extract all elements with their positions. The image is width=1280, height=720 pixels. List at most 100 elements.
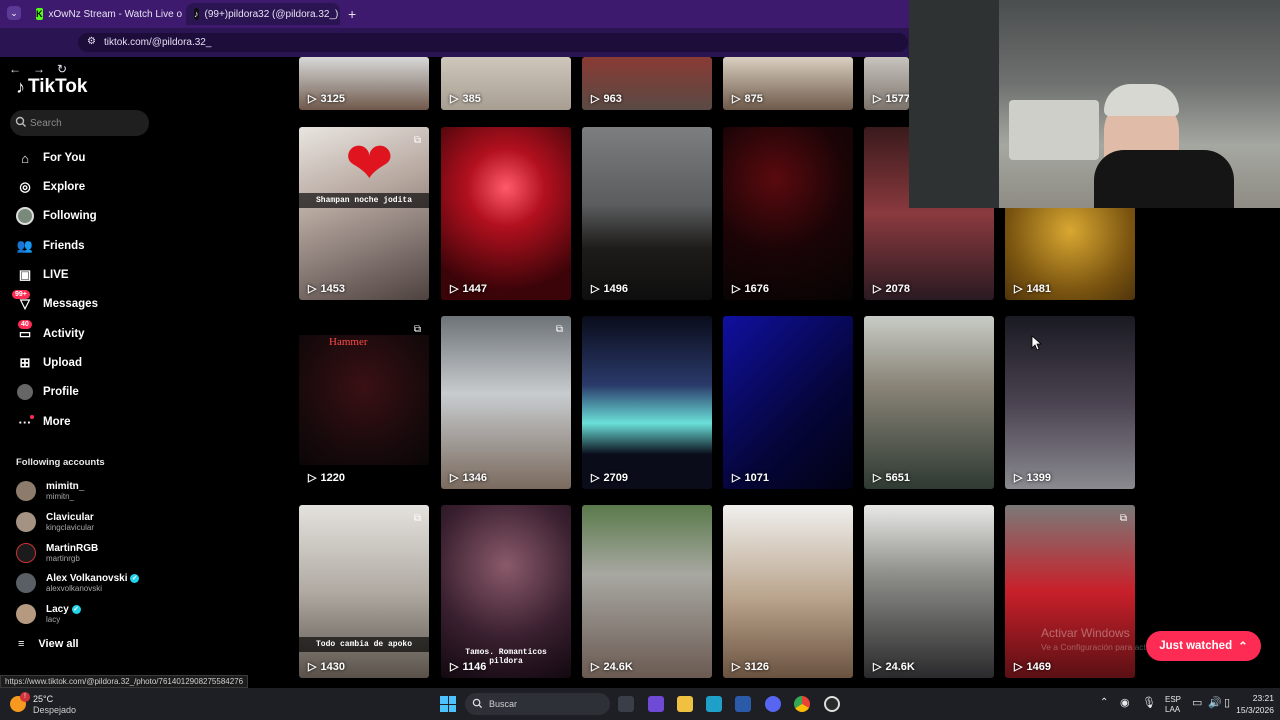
tray-chevron-icon[interactable]: ⌃ <box>1100 697 1108 708</box>
play-icon: ▷ <box>1014 661 1023 673</box>
nav-upload[interactable]: ⊞ Upload <box>16 353 82 373</box>
play-icon: ▷ <box>591 93 600 105</box>
url-text: tiktok.com/@pildora.32_ <box>104 37 212 48</box>
view-all-link[interactable]: ≡ View all <box>18 638 79 650</box>
windows-start-icon[interactable] <box>440 696 456 712</box>
video-tile[interactable]: ▷ 3126 <box>723 505 853 678</box>
video-tile[interactable]: ▷ 1399 <box>1005 316 1135 489</box>
view-count: ▷ 875 <box>732 92 763 106</box>
weather-desc: Despejado <box>33 705 77 715</box>
account-item[interactable]: Lacy ✓ lacy <box>16 601 81 627</box>
view-count: ▷ 2078 <box>873 282 910 296</box>
taskbar-search[interactable]: Buscar <box>465 693 610 715</box>
view-count-value: 1676 <box>744 282 769 295</box>
video-tile[interactable]: ▷ 963 <box>582 57 712 110</box>
view-count: ▷ 1071 <box>732 471 769 485</box>
verified-icon: ✓ <box>71 604 81 614</box>
account-handle: alexvolkanovski <box>46 584 103 593</box>
video-tile[interactable]: ▷ 1496 <box>582 127 712 300</box>
search-input[interactable]: Search <box>10 110 149 136</box>
clock-time[interactable]: 23:21 <box>1240 693 1274 703</box>
nav-for-you[interactable]: ⌂ For You <box>16 148 85 168</box>
weather-alert-icon: ! <box>20 692 30 702</box>
clock-date: 15/3/2026 <box>1236 705 1274 715</box>
task-view-icon[interactable] <box>618 696 634 712</box>
nav-label: Upload <box>43 357 82 369</box>
tab-list-icon[interactable]: ⌄ <box>7 6 21 20</box>
video-tile[interactable]: ▷ 1676 <box>723 127 853 300</box>
neon-sign: Hammer <box>329 336 368 348</box>
account-name: Lacy <box>46 604 69 615</box>
tab-kick-stream[interactable]: K xOwNz Stream - Watch Live on ✕ <box>28 3 182 25</box>
video-tile[interactable]: ▷ 24.6K <box>582 505 712 678</box>
account-item[interactable]: MartinRGB martinrgb <box>16 540 98 566</box>
video-tile[interactable]: ⧉ ▷ 1469 <box>1005 505 1135 678</box>
view-count-value: 2709 <box>603 471 628 484</box>
video-tile[interactable]: ▷ 3125 <box>299 57 429 110</box>
nav-more[interactable]: ··· More <box>16 412 70 432</box>
video-tile[interactable]: ▷ 2709 <box>582 316 712 489</box>
video-tile[interactable]: ▷ 1447 <box>441 127 571 300</box>
account-item[interactable]: Clavicular kingclavicular <box>16 509 94 535</box>
video-tile[interactable]: Hammer ⧉ ▷ 1220 <box>299 316 429 489</box>
play-icon: ▷ <box>732 661 741 673</box>
play-icon: ▷ <box>450 472 459 484</box>
play-icon: ▷ <box>732 93 741 105</box>
nav-following[interactable]: Following <box>16 206 97 226</box>
play-icon: ▷ <box>1014 283 1023 295</box>
view-count: ▷ 1430 <box>308 660 345 674</box>
video-tile[interactable]: ⧉ ▷ 1346 <box>441 316 571 489</box>
view-count-value: 2078 <box>885 282 910 295</box>
obs-icon[interactable] <box>824 696 840 712</box>
microphone-icon[interactable]: 🎙 <box>1142 696 1156 709</box>
copilot-icon[interactable] <box>648 696 664 712</box>
video-tile[interactable]: ▷ 875 <box>723 57 853 110</box>
view-count-value: 5651 <box>885 471 910 484</box>
tray-app-icon[interactable]: ◉ <box>1120 696 1130 709</box>
account-item[interactable]: Alex Volkanovski ✓ alexvolkanovski <box>16 570 140 596</box>
video-tile[interactable]: Tamos. Romanticos pildora ▷ 1146 <box>441 505 571 678</box>
nav-friends[interactable]: 👥 Friends <box>16 236 85 256</box>
discord-icon[interactable] <box>765 696 781 712</box>
nav-label: Explore <box>43 181 86 193</box>
taskbar-search-placeholder: Buscar <box>489 699 518 709</box>
just-watched-button[interactable]: Just watched ⌃ <box>1146 631 1261 661</box>
video-tile[interactable]: ▷ 385 <box>441 57 571 110</box>
nav-label: Profile <box>43 386 79 398</box>
video-tile[interactable]: ▷ 5651 <box>864 316 994 489</box>
volume-icon[interactable]: 🔊 <box>1208 696 1222 709</box>
nav-profile[interactable]: Profile <box>16 382 79 402</box>
view-count: ▷ 1496 <box>591 282 628 296</box>
nav-explore[interactable]: ◎ Explore <box>16 177 85 197</box>
video-tile[interactable]: ❤ Shampan noche jodita ⧉ ▷ 1453 <box>299 127 429 300</box>
video-tile[interactable]: ▷ 24.6K <box>864 505 994 678</box>
account-item[interactable]: mimitn_ mimitn_ <box>16 478 84 504</box>
nav-messages[interactable]: ▽ 99+ Messages <box>12 290 98 314</box>
language-code[interactable]: ESP <box>1165 695 1181 704</box>
nav-activity[interactable]: ▭ 40 Activity <box>16 320 85 344</box>
chrome-icon[interactable] <box>794 696 810 712</box>
view-count: ▷ 1481 <box>1014 282 1051 296</box>
search-icon <box>472 698 483 709</box>
file-explorer-icon[interactable] <box>677 696 693 712</box>
edge-icon[interactable] <box>706 696 722 712</box>
network-icon[interactable]: ▭ <box>1192 696 1202 709</box>
nav-live[interactable]: ▣ LIVE <box>16 265 69 285</box>
photo-carousel-icon: ⧉ <box>413 324 421 335</box>
video-tile[interactable]: ⧉ Todo cambia de apoko ▷ 1430 <box>299 505 429 678</box>
profile-icon <box>16 384 34 400</box>
store-icon[interactable] <box>735 696 751 712</box>
play-icon: ▷ <box>1014 472 1023 484</box>
new-tab-icon[interactable]: + <box>348 6 356 22</box>
address-bar[interactable]: ⚙ tiktok.com/@pildora.32_ <box>78 33 908 52</box>
play-icon: ▷ <box>308 472 317 484</box>
tiktok-logo[interactable]: ♪ TikTok <box>16 76 87 98</box>
video-tile[interactable]: ▷ 1071 <box>723 316 853 489</box>
weather-temp: 25°C <box>33 694 54 704</box>
search-icon <box>15 116 26 127</box>
tab-tiktok[interactable]: ♪ (99+)pildora32 (@pildora.32_) | ✕ <box>186 3 340 25</box>
view-count: ▷ 1447 <box>450 282 487 296</box>
video-tile[interactable]: ▷ 1577 <box>864 57 909 110</box>
site-info-icon[interactable]: ⚙ <box>87 36 96 47</box>
account-name: Clavicular <box>46 512 94 523</box>
